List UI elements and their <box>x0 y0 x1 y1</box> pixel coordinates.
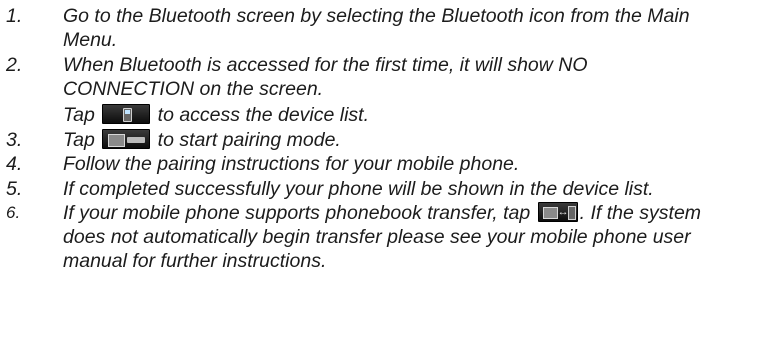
tap-description: to access the device list. <box>157 104 370 126</box>
tap-label: Tap <box>63 104 95 126</box>
step-number: 1. <box>6 5 23 27</box>
step-text-line: manual for further instructions. <box>63 250 327 272</box>
phone-icon <box>102 104 151 124</box>
step-text-line: When Bluetooth is accessed for the first… <box>63 54 588 76</box>
step-number: 2. <box>6 54 23 76</box>
step-tap-line: Tap to start pairing mode. <box>63 128 341 152</box>
tap-label: Tap <box>63 129 95 151</box>
step-text-line: Menu. <box>63 29 118 51</box>
phonebook-transfer-icon: ↔ <box>537 202 578 222</box>
step-number: 3. <box>6 129 23 151</box>
step-number: 5. <box>6 178 23 200</box>
step-text-line: Go to the Bluetooth screen by selecting … <box>63 5 690 27</box>
step-text-line: does not automatically begin transfer pl… <box>63 226 691 248</box>
step-text-line: Follow the pairing instructions for your… <box>63 153 520 175</box>
step-text-segment: If your mobile phone supports phonebook … <box>63 202 531 224</box>
tap-description: to start pairing mode. <box>157 129 341 151</box>
instruction-list: 1. Go to the Bluetooth screen by selecti… <box>0 0 780 345</box>
step-tap-line: If your mobile phone supports phonebook … <box>63 201 701 225</box>
step-tap-line: Tap to access the device list. <box>63 103 369 127</box>
step-number: 6. <box>6 203 21 222</box>
step-number: 4. <box>6 153 23 175</box>
new-device-icon <box>102 129 151 149</box>
step-text-segment: . If the system <box>579 202 702 224</box>
step-text-line: If completed successfully your phone wil… <box>63 178 654 200</box>
step-text-line: CONNECTION on the screen. <box>63 78 324 100</box>
